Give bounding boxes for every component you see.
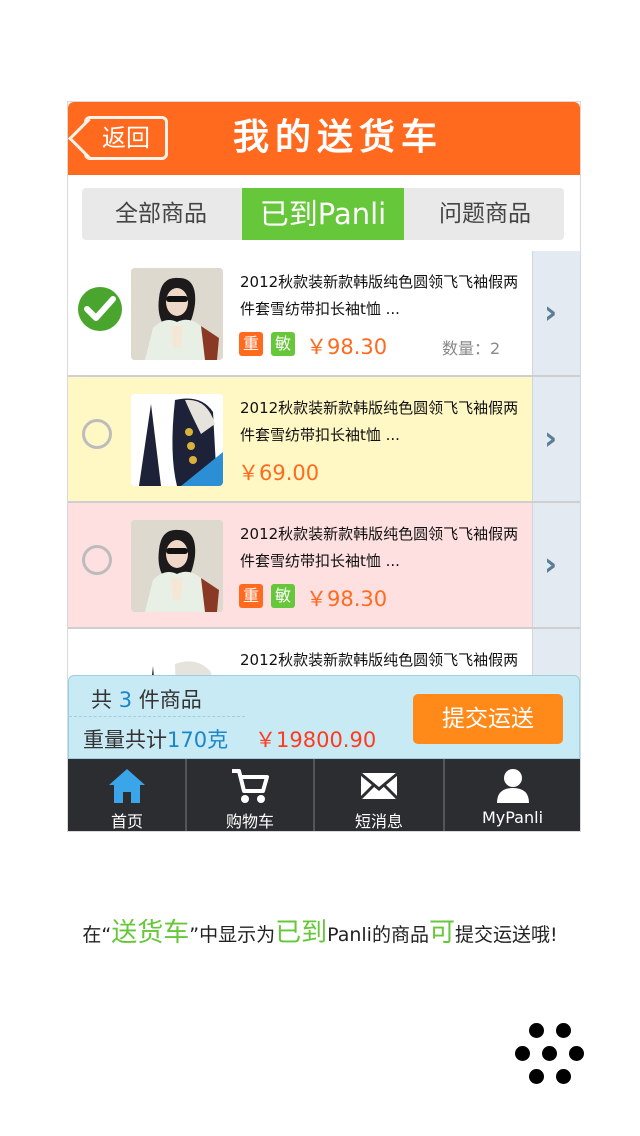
item-price: ￥98.30 bbox=[306, 335, 388, 359]
summary-divider bbox=[69, 716, 245, 717]
segmented-tabs: 全部商品 已到Panli 问题商品 bbox=[82, 188, 564, 240]
weight-prefix: 重量共计 bbox=[83, 728, 167, 752]
item-quantity: 数量：2 bbox=[442, 339, 501, 358]
tab-cart-label: 购物车 bbox=[225, 812, 274, 831]
dot bbox=[556, 1069, 571, 1084]
item-detail-button[interactable]: › bbox=[532, 377, 580, 501]
dot bbox=[569, 1046, 584, 1061]
caption-part: ”中显示为 bbox=[189, 924, 276, 946]
item-title: 2012秋款装新款韩版纯色圆领飞飞袖假两件套雪纺带扣长袖t恤 ... bbox=[240, 399, 519, 444]
tab-home[interactable]: 首页 bbox=[68, 759, 186, 831]
sensitive-tag: 敏 bbox=[271, 332, 295, 356]
item-detail-button[interactable]: › bbox=[532, 251, 580, 375]
chevron-right-icon: › bbox=[544, 545, 558, 583]
back-button-label: 返回 bbox=[102, 124, 150, 152]
item-list: 2012秋款装新款韩版纯色圆领飞飞袖假两件套雪纺带扣长袖t恤 ... 重 敏 ￥… bbox=[68, 251, 580, 711]
tab-all-items[interactable]: 全部商品 bbox=[82, 188, 240, 240]
product-thumbnail[interactable] bbox=[131, 394, 223, 486]
caption-part: 在“ bbox=[82, 924, 112, 946]
back-button[interactable]: 返回 bbox=[84, 116, 168, 160]
tab-problem-items[interactable]: 问题商品 bbox=[406, 188, 564, 240]
caption-text: 在“送货车”中显示为已到Panli的商品可提交运送哦! bbox=[0, 912, 640, 949]
item-price: ￥69.00 bbox=[238, 461, 320, 485]
order-summary: 共 3 件商品 重量共计170克 ￥19800.90 提交运送 bbox=[68, 675, 580, 759]
item-count-value: 3 bbox=[118, 688, 133, 712]
dots-menu-icon[interactable] bbox=[512, 1022, 590, 1086]
heavy-tag: 重 bbox=[239, 332, 263, 356]
tab-home-label: 首页 bbox=[110, 812, 143, 831]
total-weight: 重量共计170克 bbox=[83, 724, 228, 754]
list-item[interactable]: 2012秋款装新款韩版纯色圆领飞飞袖假两件套雪纺带扣长袖t恤 ... ￥69.0… bbox=[68, 377, 580, 503]
home-icon bbox=[107, 767, 147, 805]
submit-shipping-button[interactable]: 提交运送 bbox=[413, 694, 563, 744]
caption-highlight: 已到 bbox=[275, 918, 328, 948]
item-price: ￥98.30 bbox=[306, 587, 388, 611]
dot bbox=[515, 1046, 530, 1061]
tab-mypanli[interactable]: MyPanli bbox=[445, 759, 580, 831]
caption-part: 提交运送哦! bbox=[454, 924, 558, 946]
dot bbox=[542, 1046, 557, 1061]
tabs-container: 全部商品 已到Panli 问题商品 bbox=[68, 175, 580, 251]
dot bbox=[529, 1069, 544, 1084]
weight-value: 170克 bbox=[167, 728, 229, 752]
tab-mypanli-label: MyPanli bbox=[481, 808, 544, 827]
tab-messages[interactable]: 短消息 bbox=[315, 759, 443, 831]
caption-part: Panli的商品 bbox=[327, 924, 429, 946]
item-title: 2012秋款装新款韩版纯色圆领飞飞袖假两件套雪纺带扣长袖t恤 ... bbox=[240, 273, 519, 318]
cart-icon bbox=[230, 767, 270, 805]
item-count-prefix: 共 bbox=[91, 688, 112, 712]
item-detail-button[interactable]: › bbox=[532, 503, 580, 627]
user-icon bbox=[493, 767, 533, 805]
checked-icon[interactable] bbox=[78, 287, 122, 331]
product-thumbnail[interactable] bbox=[131, 268, 223, 360]
tab-messages-label: 短消息 bbox=[354, 812, 403, 831]
list-item[interactable]: 2012秋款装新款韩版纯色圆领飞飞袖假两件套雪纺带扣长袖t恤 ... 重 敏 ￥… bbox=[68, 251, 580, 377]
item-count-suffix: 件商品 bbox=[138, 688, 202, 712]
list-item[interactable]: 2012秋款装新款韩版纯色圆领飞飞袖假两件套雪纺带扣长袖t恤 ... 重 敏 ￥… bbox=[68, 503, 580, 629]
dot bbox=[529, 1023, 544, 1038]
item-count: 共 3 件商品 bbox=[91, 684, 202, 714]
caption-highlight: 送货车 bbox=[111, 918, 190, 948]
chevron-right-icon: › bbox=[544, 419, 558, 457]
tab-cart[interactable]: 购物车 bbox=[187, 759, 313, 831]
item-title: 2012秋款装新款韩版纯色圆领飞飞袖假两件套雪纺带扣长袖t恤 ... bbox=[240, 525, 519, 570]
caption-highlight: 可 bbox=[428, 918, 455, 948]
dot bbox=[556, 1023, 571, 1038]
radio-unchecked-icon[interactable] bbox=[82, 419, 112, 449]
heavy-tag: 重 bbox=[239, 584, 263, 608]
radio-unchecked-icon[interactable] bbox=[82, 545, 112, 575]
page-title: 我的送货车 bbox=[232, 117, 443, 158]
tab-arrived-panli[interactable]: 已到Panli bbox=[242, 188, 404, 240]
bottom-tab-bar: 首页 购物车 短消息 MyPanli bbox=[68, 759, 580, 831]
sensitive-tag: 敏 bbox=[271, 584, 295, 608]
chevron-right-icon: › bbox=[544, 293, 558, 331]
phone-screen: 返回 我的送货车 全部商品 已到Panli 问题商品 2012秋款装新款韩版纯色… bbox=[67, 101, 581, 832]
total-price: ￥19800.90 bbox=[255, 728, 377, 752]
product-thumbnail[interactable] bbox=[131, 520, 223, 612]
header-bar: 返回 我的送货车 bbox=[68, 102, 580, 175]
mail-icon bbox=[359, 767, 399, 805]
